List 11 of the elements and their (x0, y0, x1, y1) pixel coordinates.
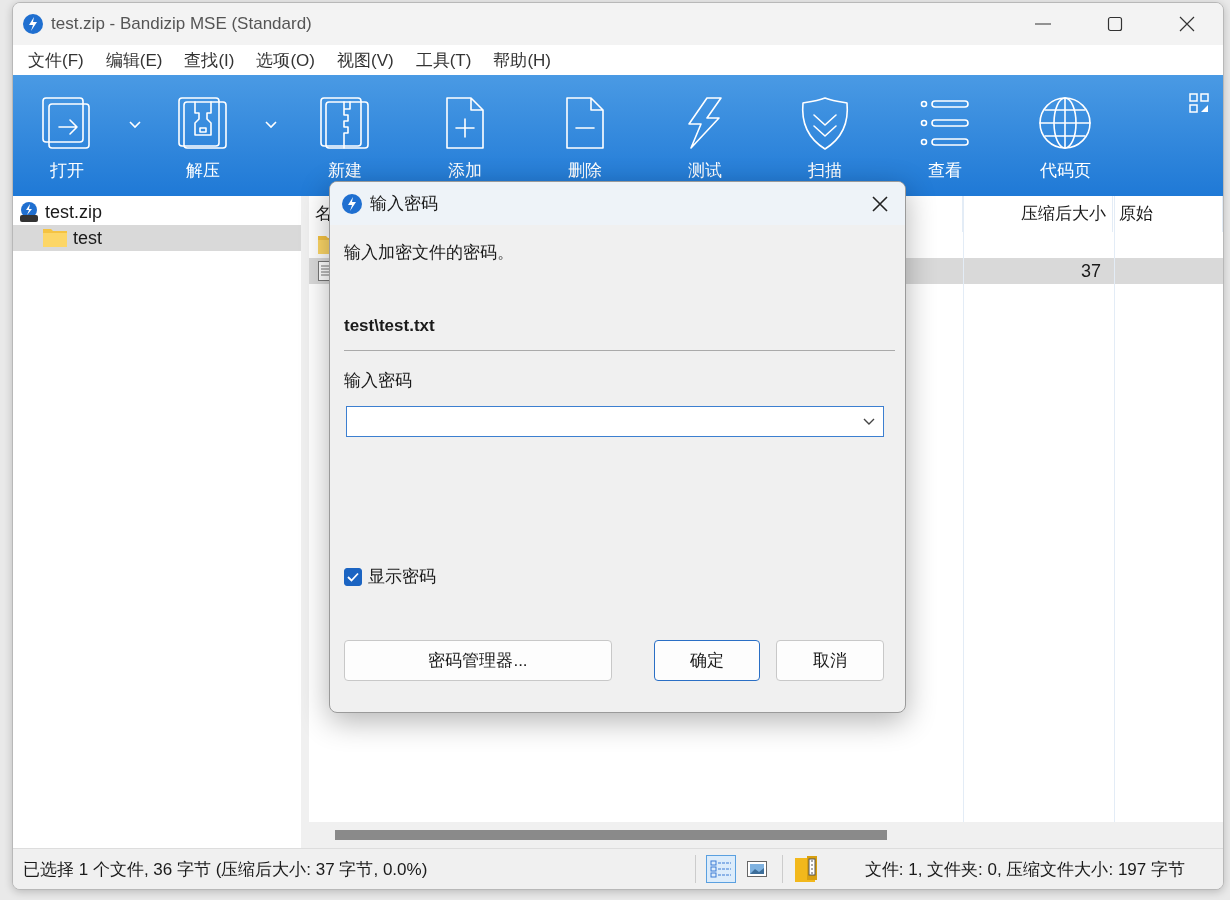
status-text: 已选择 1 个文件, 36 字节 (压缩后大小: 37 字节, 0.0%) (23, 858, 429, 881)
checkbox-label: 显示密码 (368, 566, 436, 588)
tree-item-label: test.zip (45, 201, 103, 223)
status-summary: 文件: 1, 文件夹: 0, 压缩文件大小: 197 字节 (864, 858, 1185, 881)
table-cell: 37 (1080, 260, 1101, 282)
dialog-title: 输入密码 (370, 193, 439, 215)
file-path: test\test.txt (344, 316, 895, 351)
window-title: test.zip - Bandizip MSE (Standard) (51, 14, 313, 34)
tree-item-label: test (73, 227, 102, 249)
field-label: 输入密码 (344, 370, 413, 392)
dialog-message: 输入加密文件的密码。 (344, 242, 515, 264)
